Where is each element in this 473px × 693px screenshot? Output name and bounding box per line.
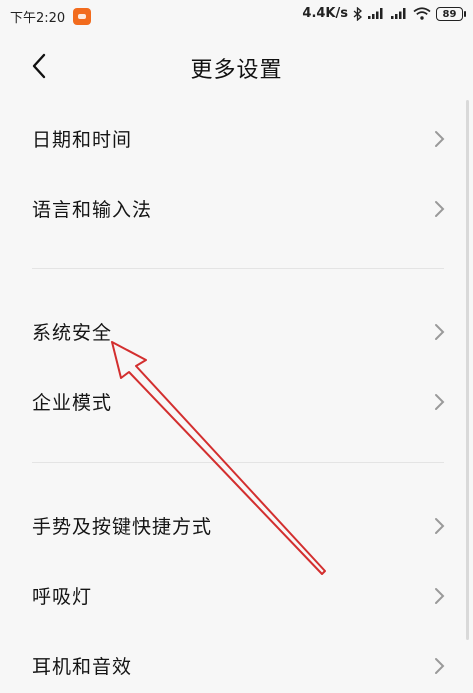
chevron-right-icon — [435, 588, 445, 604]
setting-row-system-security[interactable]: 系统安全 — [0, 303, 473, 359]
setting-label: 耳机和音效 — [32, 656, 133, 678]
status-time: 下午2:20 — [10, 11, 66, 26]
setting-row-language-input[interactable]: 语言和输入法 — [0, 180, 473, 236]
setting-row-gestures-shortcuts[interactable]: 手势及按键快捷方式 — [0, 497, 473, 553]
battery-icon: 89 — [436, 6, 466, 21]
setting-label: 企业模式 — [32, 392, 113, 414]
chevron-right-icon — [435, 658, 445, 674]
status-bar: 下午2:20 4.4K/s 89 — [0, 0, 473, 30]
setting-label: 语言和输入法 — [32, 199, 153, 221]
bluetooth-icon — [353, 6, 362, 21]
signal-icon — [391, 8, 406, 19]
chevron-right-icon — [435, 324, 445, 340]
signal-icon — [368, 8, 383, 19]
chevron-right-icon — [435, 394, 445, 410]
status-bar-left: 下午2:20 — [10, 7, 92, 26]
chevron-right-icon — [435, 201, 445, 217]
network-speed: 4.4K/s — [302, 6, 348, 21]
setting-row-headphones-sound[interactable]: 耳机和音效 — [0, 637, 473, 693]
setting-label: 系统安全 — [32, 322, 113, 344]
header: 更多设置 — [0, 40, 473, 94]
scrollbar[interactable] — [466, 100, 469, 640]
setting-label: 日期和时间 — [32, 129, 133, 151]
wifi-icon — [413, 7, 431, 20]
chevron-right-icon — [435, 518, 445, 534]
setting-row-date-time[interactable]: 日期和时间 — [0, 110, 473, 166]
status-bar-right: 4.4K/s 89 — [302, 6, 466, 21]
setting-label: 呼吸灯 — [32, 586, 93, 608]
page-title: 更多设置 — [190, 58, 283, 83]
section-divider — [32, 268, 444, 269]
chevron-right-icon — [435, 131, 445, 147]
setting-label: 手势及按键快捷方式 — [32, 516, 213, 538]
setting-row-enterprise-mode[interactable]: 企业模式 — [0, 373, 473, 429]
setting-row-notification-light[interactable]: 呼吸灯 — [0, 567, 473, 623]
app-notification-icon — [73, 8, 92, 25]
section-divider — [32, 462, 444, 463]
